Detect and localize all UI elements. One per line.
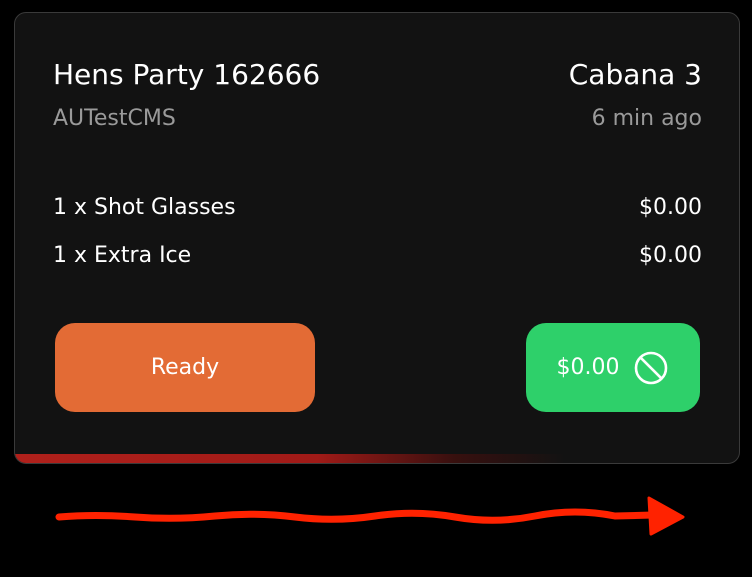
order-title: Hens Party 162666 xyxy=(53,58,321,91)
order-item: 1 x Shot Glasses $0.00 xyxy=(53,192,702,222)
order-location: Cabana 3 xyxy=(568,58,702,91)
order-card[interactable]: Hens Party 162666 AUTestCMS Cabana 3 6 m… xyxy=(14,12,740,464)
pay-button[interactable]: $0.00 xyxy=(526,323,700,412)
order-subtitle: AUTestCMS xyxy=(53,106,176,131)
order-item: 1 x Extra Ice $0.00 xyxy=(53,240,702,270)
timer-progress-fill xyxy=(15,454,566,463)
ready-button[interactable]: Ready xyxy=(55,323,315,412)
order-item-label: 1 x Shot Glasses xyxy=(53,194,236,220)
timer-progress-bar xyxy=(15,454,739,463)
swipe-right-arrow-icon xyxy=(55,496,685,536)
ready-button-label: Ready xyxy=(150,355,220,380)
prohibited-icon xyxy=(635,351,668,384)
order-item-price: $0.00 xyxy=(639,194,702,220)
order-item-label: 1 x Extra Ice xyxy=(53,242,192,268)
pay-button-label: $0.00 xyxy=(556,355,620,380)
order-time-ago: 6 min ago xyxy=(591,106,702,131)
order-item-price: $0.00 xyxy=(639,242,702,268)
